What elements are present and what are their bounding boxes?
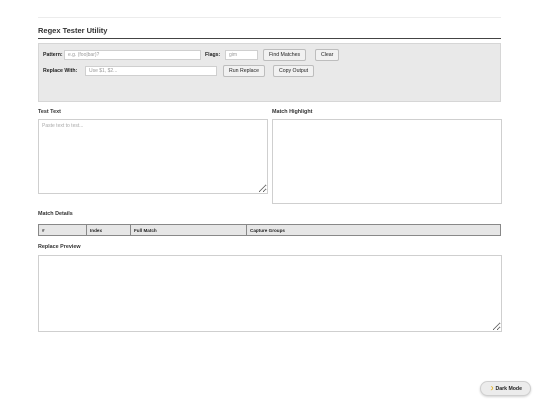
page-title: Regex Tester Utility [38,26,108,35]
flags-input[interactable] [225,50,258,60]
match-highlight-panel [272,119,502,204]
match-details-label: Match Details [38,211,73,217]
test-text-input[interactable] [38,119,268,194]
replace-label: Replace With: [43,68,78,74]
col-header-full-match: Full Match [130,224,247,236]
match-highlight-label: Match Highlight [272,109,313,115]
col-header-number: # [38,224,87,236]
replace-preview-label: Replace Preview [38,244,81,250]
dark-mode-toggle[interactable]: ☽ Dark Mode [480,381,531,396]
test-text-label: Test Text [38,109,61,115]
pattern-label: Pattern: [43,52,63,58]
col-header-index: Index [86,224,131,236]
find-matches-button[interactable]: Find Matches [263,49,307,61]
replace-preview-output[interactable] [38,255,502,332]
run-replace-button[interactable]: Run Replace [223,65,265,77]
moon-icon: ☽ [488,385,494,392]
replace-input[interactable] [85,66,217,76]
clear-button[interactable]: Clear [315,49,340,61]
dark-mode-label: Dark Mode [495,385,522,392]
flags-label: Flags: [205,52,221,58]
top-divider [38,17,501,18]
table-header-row: # Index Full Match Capture Groups [38,224,501,236]
copy-output-button[interactable]: Copy Output [273,65,315,77]
title-divider [38,38,501,39]
col-header-capture-groups: Capture Groups [246,224,501,236]
pattern-input[interactable] [64,50,201,60]
regex-toolbar: Pattern: Flags: Find Matches Clear Repla… [38,43,501,102]
match-details-table: # Index Full Match Capture Groups [38,224,501,236]
